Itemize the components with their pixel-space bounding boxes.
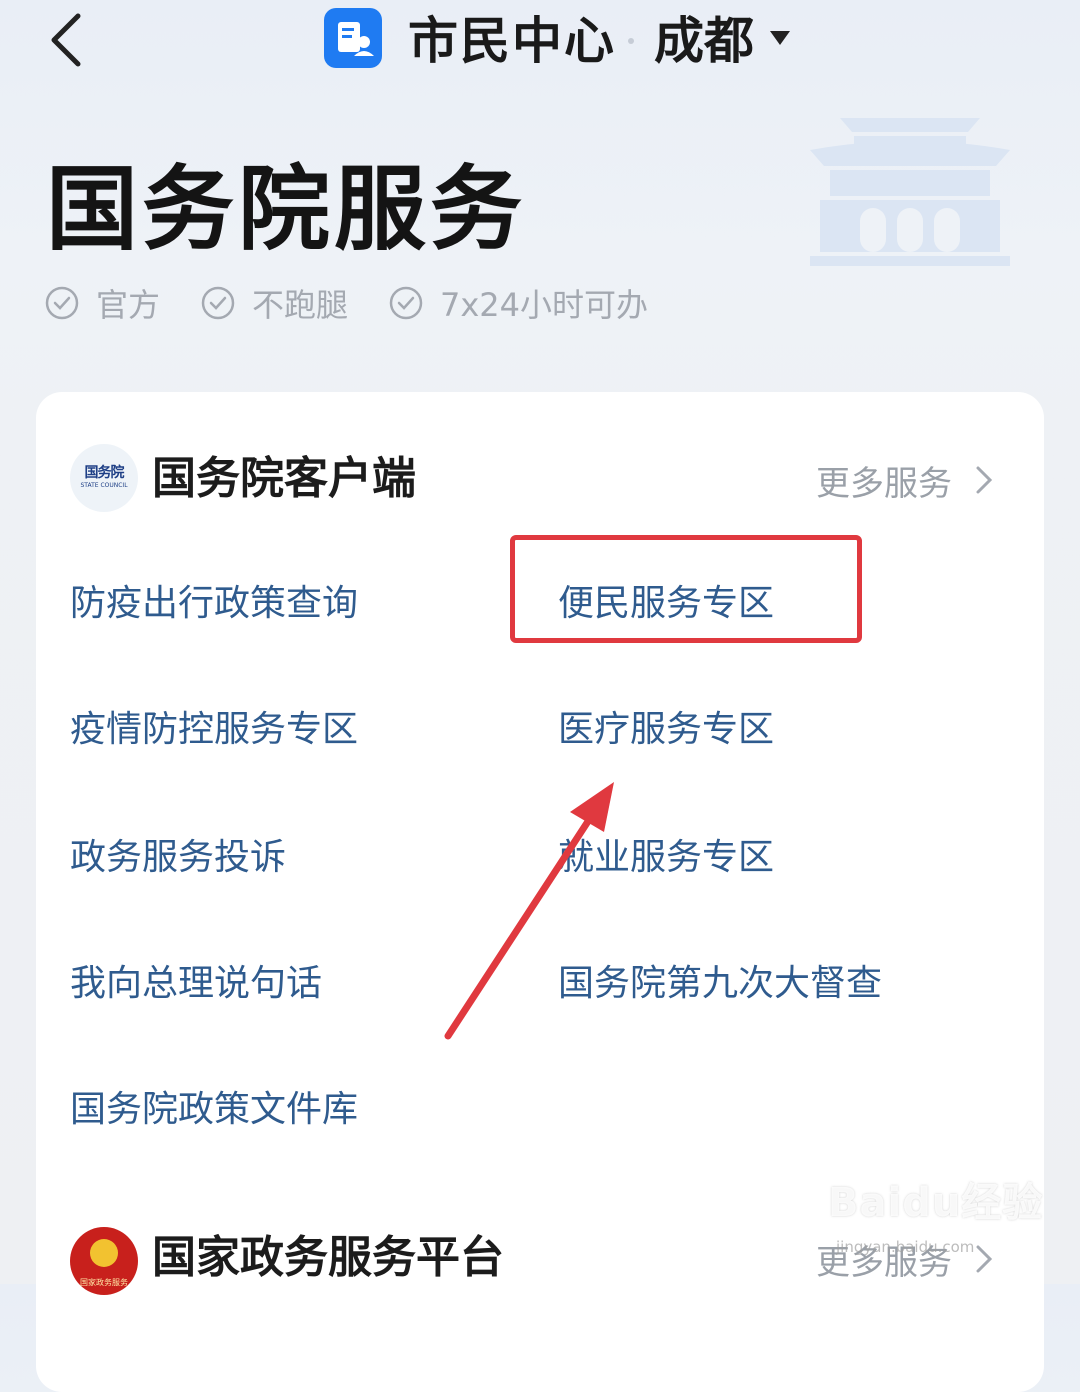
emblem-center bbox=[90, 1239, 118, 1267]
service-link[interactable]: 我向总理说句话 bbox=[70, 954, 322, 1014]
top-bar: 市民中心 成都 bbox=[0, 0, 1080, 90]
tag-no-errands: 不跑腿 bbox=[200, 278, 348, 328]
chevron-right-icon bbox=[976, 1245, 993, 1273]
tag-official: 官方 bbox=[44, 278, 160, 328]
national-emblem-logo: 国家政务服务 bbox=[70, 1227, 138, 1295]
palace-illustration-icon bbox=[810, 118, 1010, 266]
more-services-label: 更多服务 bbox=[816, 463, 952, 504]
service-link[interactable]: 防疫出行政策查询 bbox=[70, 574, 358, 634]
service-link[interactable]: 政务服务投诉 bbox=[70, 828, 286, 888]
logo-subtext: STATE COUNCIL bbox=[80, 482, 128, 489]
baidu-watermark-url: jingyan.baidu.com bbox=[836, 1238, 975, 1256]
chevron-right-icon bbox=[976, 466, 993, 494]
page-title: 国务院服务 bbox=[46, 156, 527, 263]
tag-label: 7x24小时可办 bbox=[440, 286, 649, 324]
state-council-logo: 国务院 STATE COUNCIL bbox=[70, 444, 138, 512]
section-title: 国家政务服务平台 bbox=[152, 1232, 504, 1283]
annotation-highlight-box bbox=[510, 535, 862, 643]
citizen-center-app-icon bbox=[324, 8, 382, 68]
logo-text: 国务院 bbox=[84, 465, 125, 481]
service-link[interactable]: 疫情防控服务专区 bbox=[70, 700, 358, 760]
back-arrow-icon[interactable] bbox=[40, 8, 100, 68]
title-separator-dot bbox=[628, 38, 634, 44]
card-title: 国务院客户端 bbox=[152, 453, 416, 504]
service-link[interactable]: 就业服务专区 bbox=[558, 828, 774, 888]
check-circle-icon bbox=[45, 286, 79, 320]
tag-24-7: 7x24小时可办 bbox=[388, 278, 648, 328]
tag-label: 官方 bbox=[96, 286, 161, 324]
more-services-link[interactable]: 更多服务 bbox=[816, 450, 994, 510]
emblem-text: 国家政务服务 bbox=[80, 1278, 128, 1287]
feature-tags: 官方 不跑腿 7x24小时可办 bbox=[44, 278, 744, 328]
app-title: 市民中心 bbox=[408, 12, 616, 70]
service-link[interactable]: 国务院政策文件库 bbox=[70, 1080, 358, 1140]
dropdown-triangle-icon[interactable] bbox=[768, 28, 792, 48]
service-link[interactable]: 医疗服务专区 bbox=[558, 700, 774, 760]
service-link[interactable]: 国务院第九次大督查 bbox=[558, 954, 882, 1014]
tag-label: 不跑腿 bbox=[252, 286, 349, 324]
check-circle-icon bbox=[201, 286, 235, 320]
check-circle-icon bbox=[389, 286, 423, 320]
baidu-watermark: Baidu经验 bbox=[828, 1180, 1044, 1226]
city-selector[interactable]: 成都 bbox=[654, 6, 754, 76]
